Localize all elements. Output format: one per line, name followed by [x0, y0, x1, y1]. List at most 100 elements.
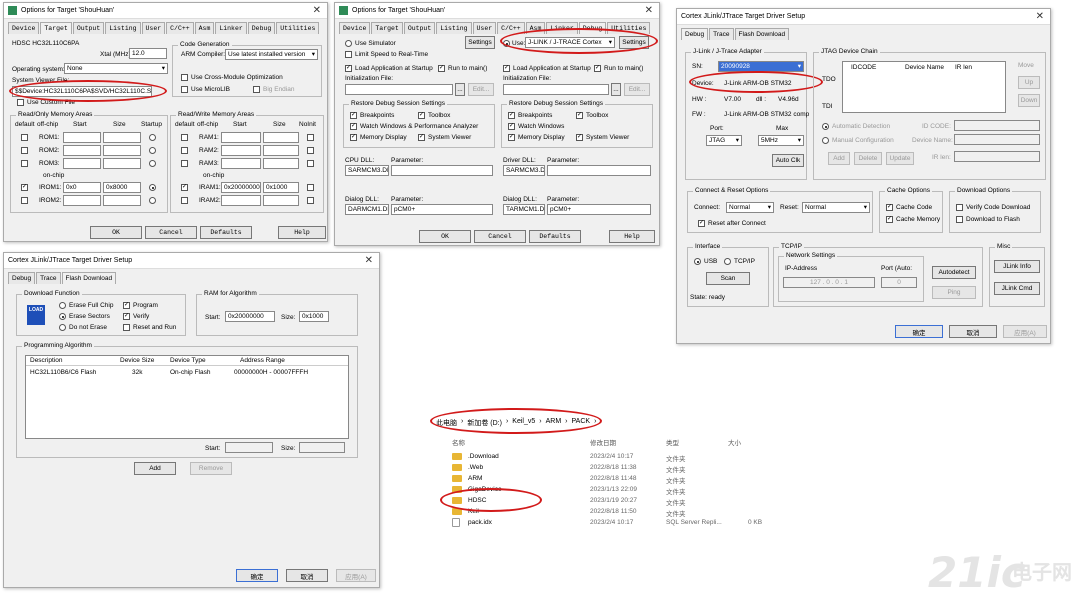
- list-item[interactable]: pack.idx: [452, 517, 492, 528]
- port-select[interactable]: JTAG: [706, 135, 742, 146]
- use-simulator-radio[interactable]: [345, 40, 352, 47]
- ok-button[interactable]: OK: [419, 230, 471, 243]
- limit-speed-checkbox[interactable]: [345, 51, 352, 58]
- tcpip-radio[interactable]: [724, 258, 731, 265]
- irom1-startup[interactable]: [149, 184, 156, 191]
- reset-after-checkbox[interactable]: ✓: [698, 220, 705, 227]
- memory-display-checkbox[interactable]: ✓: [508, 134, 515, 141]
- driver-param-input[interactable]: [547, 165, 651, 176]
- tab-utilities[interactable]: Utilities: [276, 22, 320, 34]
- close-icon[interactable]: ✕: [365, 255, 373, 266]
- ram2-checkbox[interactable]: [181, 147, 188, 154]
- ram-size-input[interactable]: 0x1000: [299, 311, 329, 322]
- ok-button[interactable]: 确定: [895, 325, 943, 338]
- update-button[interactable]: Update: [886, 152, 914, 165]
- init-file-input[interactable]: [345, 84, 453, 95]
- iram2-size[interactable]: [263, 195, 299, 206]
- erase-full-radio[interactable]: [59, 302, 66, 309]
- tab-device[interactable]: Device: [8, 22, 40, 34]
- rom1-startup[interactable]: [149, 134, 156, 141]
- rom2-start[interactable]: [63, 145, 101, 156]
- delete-button[interactable]: Delete: [854, 152, 882, 165]
- irom2-start[interactable]: [63, 195, 101, 206]
- port-input[interactable]: 0: [881, 277, 917, 288]
- iram2-noinit[interactable]: [307, 197, 314, 204]
- download-flash-checkbox[interactable]: [956, 216, 963, 223]
- jlink-info-button[interactable]: JLink Info: [994, 260, 1040, 273]
- remove-button[interactable]: Remove: [190, 462, 232, 475]
- col-size[interactable]: 大小: [728, 437, 741, 447]
- browse-button[interactable]: ...: [455, 83, 465, 96]
- tab-debug[interactable]: Debug: [681, 28, 709, 40]
- tab-listing[interactable]: Listing: [436, 22, 472, 34]
- verify-code-checkbox[interactable]: [956, 204, 963, 211]
- apply-button[interactable]: 应用(A): [1003, 325, 1047, 338]
- iram1-noinit[interactable]: [307, 184, 314, 191]
- ir-len-input[interactable]: [954, 151, 1040, 162]
- connect-select[interactable]: Normal: [726, 202, 774, 213]
- driver-dll-input[interactable]: SARMCM3.DLL: [503, 165, 545, 176]
- edit-button[interactable]: Edit...: [468, 83, 494, 96]
- rom2-size[interactable]: [103, 145, 141, 156]
- rom3-startup[interactable]: [149, 160, 156, 167]
- tab-user[interactable]: User: [472, 22, 497, 34]
- tab-cc[interactable]: C/C++: [166, 22, 194, 34]
- edit-button-right[interactable]: Edit...: [624, 83, 650, 96]
- run-main-checkbox-right[interactable]: ✓: [594, 65, 601, 72]
- init-file-input-right[interactable]: [503, 84, 609, 95]
- system-viewer-checkbox[interactable]: ✓: [576, 134, 583, 141]
- rom1-checkbox[interactable]: [21, 134, 28, 141]
- iram1-start[interactable]: 0x20000000: [221, 182, 261, 193]
- dialog-dll-input[interactable]: DARMCM1.DLL: [345, 204, 389, 215]
- tab-trace[interactable]: Trace: [36, 272, 61, 284]
- tab-flash-download[interactable]: Flash Download: [734, 28, 790, 40]
- cancel-button[interactable]: 取消: [949, 325, 997, 338]
- do-not-erase-radio[interactable]: [59, 324, 66, 331]
- ram2-size[interactable]: [263, 145, 299, 156]
- col-name[interactable]: 名称: [452, 437, 465, 447]
- rom1-start[interactable]: [63, 132, 101, 143]
- usb-radio[interactable]: [694, 258, 701, 265]
- iram1-checkbox[interactable]: ✓: [181, 184, 188, 191]
- ok-button[interactable]: OK: [90, 226, 142, 239]
- tab-target[interactable]: Target: [371, 22, 403, 34]
- down-button[interactable]: Down: [1018, 94, 1040, 107]
- cross-module-checkbox[interactable]: [181, 74, 188, 81]
- algo-start-input[interactable]: [225, 442, 273, 453]
- ram1-checkbox[interactable]: [181, 134, 188, 141]
- breakpoints-checkbox[interactable]: ✓: [350, 112, 357, 119]
- list-item[interactable]: .Download: [452, 451, 499, 462]
- irom2-size[interactable]: [103, 195, 141, 206]
- max-clock-select[interactable]: 5MHz: [758, 135, 804, 146]
- auto-clk-button[interactable]: Auto Clk: [772, 154, 804, 167]
- watch-windows-checkbox[interactable]: ✓: [350, 123, 357, 130]
- load-app-checkbox[interactable]: ✓: [345, 65, 352, 72]
- apply-button[interactable]: 应用(A): [336, 569, 376, 582]
- ram3-start[interactable]: [221, 158, 261, 169]
- load-app-checkbox-right[interactable]: ✓: [503, 65, 510, 72]
- cancel-button[interactable]: Cancel: [145, 226, 197, 239]
- watch-windows-checkbox[interactable]: ✓: [508, 123, 515, 130]
- tab-target[interactable]: Target: [40, 22, 72, 34]
- system-viewer-checkbox[interactable]: ✓: [418, 134, 425, 141]
- algo-size-input[interactable]: [299, 442, 345, 453]
- scan-button[interactable]: Scan: [706, 272, 750, 285]
- custom-file-checkbox[interactable]: [17, 99, 24, 106]
- tab-output[interactable]: Output: [72, 22, 105, 34]
- help-button[interactable]: Help: [609, 230, 655, 243]
- reset-select[interactable]: Normal: [802, 202, 870, 213]
- rom2-startup[interactable]: [149, 147, 156, 154]
- add-button[interactable]: Add: [134, 462, 176, 475]
- erase-sectors-radio[interactable]: [59, 313, 66, 320]
- tab-debug[interactable]: Debug: [247, 22, 276, 34]
- defaults-button[interactable]: Defaults: [529, 230, 581, 243]
- ram1-size[interactable]: [263, 132, 299, 143]
- xtal-input[interactable]: 12.0: [129, 48, 167, 59]
- big-endian-checkbox[interactable]: [253, 86, 260, 93]
- run-main-checkbox[interactable]: ✓: [438, 65, 445, 72]
- up-button[interactable]: Up: [1018, 76, 1040, 89]
- irom2-checkbox[interactable]: [21, 197, 28, 204]
- rom3-size[interactable]: [103, 158, 141, 169]
- verify-checkbox[interactable]: ✓: [123, 313, 130, 320]
- help-button[interactable]: Help: [278, 226, 326, 239]
